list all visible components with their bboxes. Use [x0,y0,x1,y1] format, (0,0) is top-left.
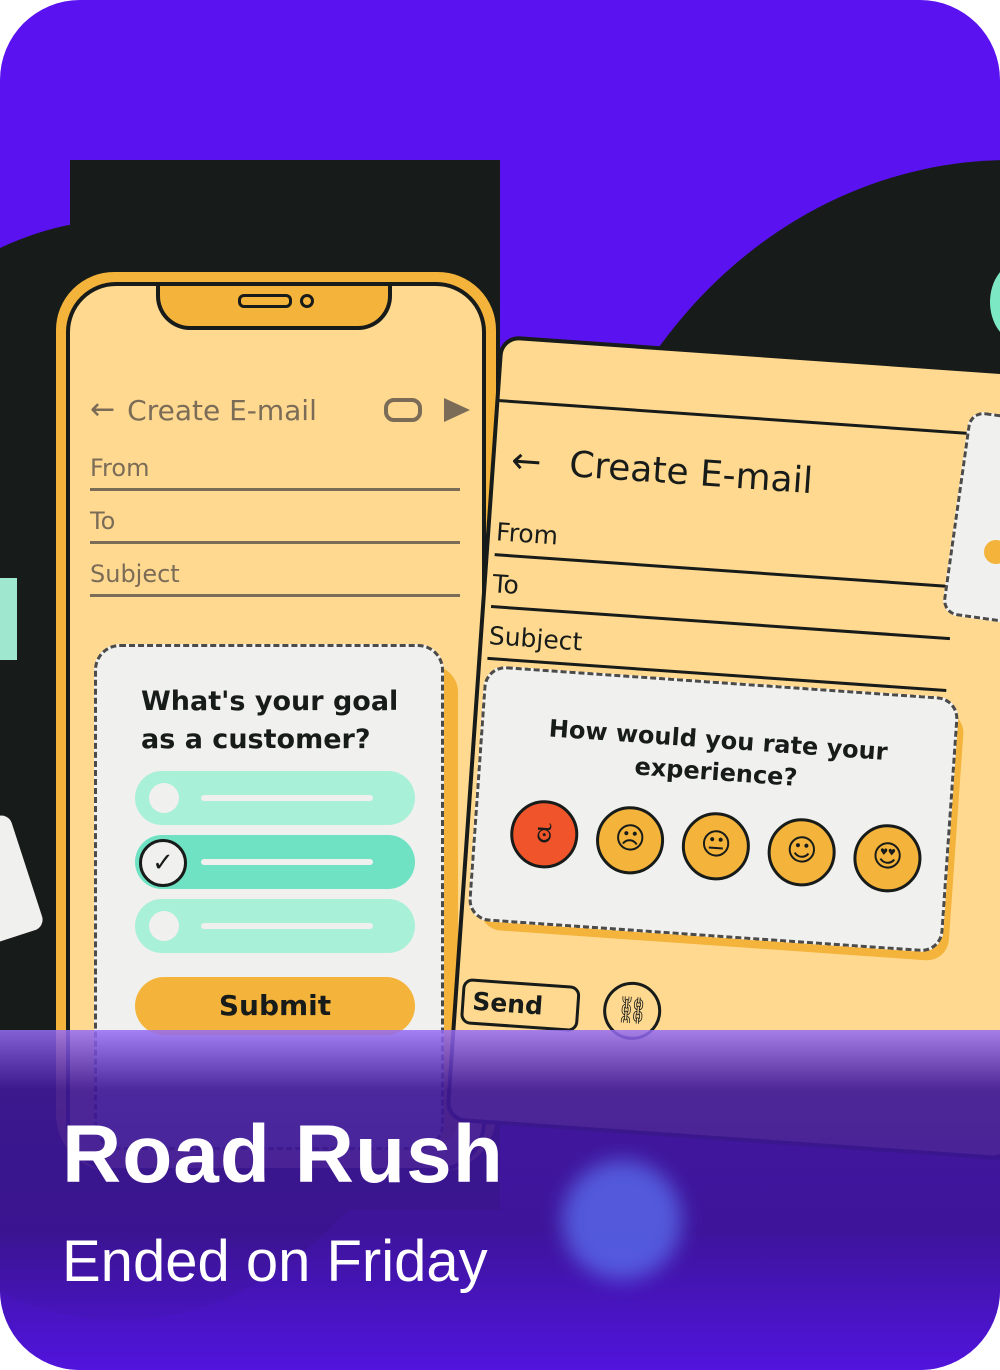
survey-question: What's your goal as a customer? [141,686,399,755]
phone-header: ← Create E-mail [90,390,470,430]
paperclip-icon [384,398,422,422]
survey-option [135,771,415,825]
radio-icon [149,783,179,813]
phone-field-from: From [90,454,460,491]
phone-field-subject: Subject [90,560,460,597]
phone-header-title: Create E-mail [127,393,317,427]
smile-face-icon: ☺ [765,816,838,889]
survey-option [135,899,415,953]
arrow-left-icon: ← [90,392,116,427]
heart-eyes-face-icon: 😍 [851,822,924,895]
card-title: Road Rush [62,1109,504,1200]
neutral-face-icon: 😐 [679,810,753,883]
sad-face-icon: ☹ [593,804,667,877]
survey-option-selected: ✓ [135,835,415,889]
card-status: Ended on Friday [62,1229,488,1294]
card[interactable]: ← Create E-mail From To Subject What's y… [0,0,1000,1370]
send-button: Send [459,977,581,1033]
rating-question: How would you rate your experience? [548,714,889,793]
camera-icon [300,294,314,308]
radio-icon [149,911,179,941]
envelope-icon [0,575,20,663]
rating-card: How would you rate your experience? ಠ ☹ … [467,664,960,954]
panel-divider [499,399,1000,442]
angry-face-icon: ಠ [507,798,581,871]
panel-header-title: Create E-mail [567,444,815,503]
send-icon [444,398,470,422]
check-icon: ✓ [139,839,187,887]
submit-button: Submit [135,977,415,1035]
option-line [201,859,373,865]
option-line [201,795,373,801]
option-line [201,923,373,929]
decorative-glow [562,1160,682,1280]
phone-field-to: To [90,507,460,544]
panel-header: ← Create E-mail [510,440,814,502]
phone-notch [156,286,392,330]
arrow-left-icon: ← [509,440,543,484]
speaker-icon [238,294,292,308]
